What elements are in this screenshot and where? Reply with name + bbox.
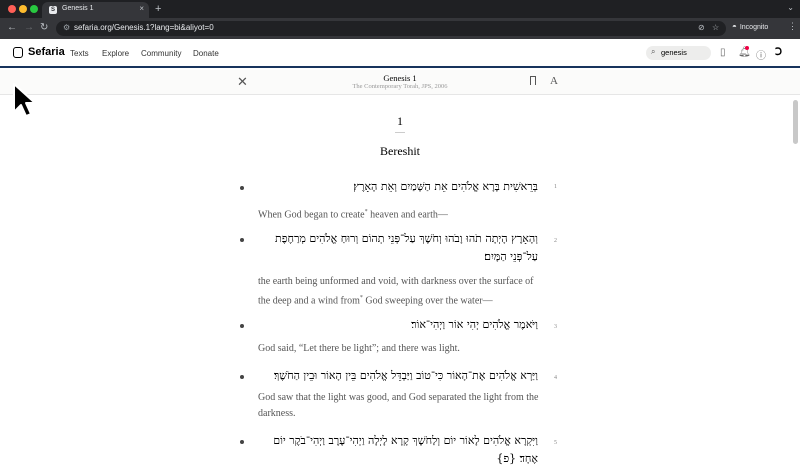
browser-tab-bar: S Genesis 1 × + ⌄	[0, 0, 800, 18]
eye-off-icon[interactable]: ⊘	[698, 23, 705, 32]
nav-donate[interactable]: Donate	[193, 49, 219, 58]
url-omnibox[interactable]: ⚙ sefaria.org/Genesis.1?lang=bi&aliyot=0…	[56, 21, 726, 36]
mouse-cursor-icon	[13, 83, 36, 117]
verse-bullet	[240, 375, 244, 379]
sefaria-favicon-icon: S	[49, 6, 57, 14]
search-icon: ⌕	[651, 47, 656, 56]
nav-explore[interactable]: Explore	[102, 49, 129, 58]
page-scrollbar[interactable]	[793, 100, 798, 144]
verse-bullet	[240, 238, 244, 242]
verse-english[interactable]: God said, “Let there be light”; and ther…	[258, 341, 542, 357]
display-settings-icon[interactable]: A	[550, 75, 558, 87]
tab-search-icon[interactable]: ⌄	[787, 3, 794, 12]
search-input[interactable]: ⌕ genesis	[646, 46, 711, 60]
verse-number[interactable]: 2	[554, 238, 557, 244]
tab-title: Genesis 1	[62, 5, 94, 12]
verse-number[interactable]: 4	[554, 375, 557, 381]
back-arrow-icon[interactable]: ←	[7, 22, 17, 34]
verse-english[interactable]: the earth being unformed and void, with …	[258, 274, 542, 309]
notification-badge	[745, 46, 749, 50]
nav-community[interactable]: Community	[141, 49, 181, 58]
forward-arrow-icon[interactable]: →	[24, 22, 34, 34]
verse-number[interactable]: 5	[554, 440, 557, 446]
minimize-window-button[interactable]	[19, 5, 27, 13]
maximize-window-button[interactable]	[30, 5, 38, 13]
search-value: genesis	[661, 48, 687, 57]
address-bar: ← → ↻ ⚙ sefaria.org/Genesis.1?lang=bi&al…	[0, 18, 800, 39]
bookmark-icon[interactable]	[530, 76, 536, 85]
new-tab-button[interactable]: +	[155, 2, 161, 16]
verse-english[interactable]: When God began to create* heaven and ear…	[258, 204, 542, 223]
verse-hebrew[interactable]: וַיֹּאמֶר אֱלֹהִים יְהִי אוֹר וַיְהִי־או…	[258, 316, 538, 334]
url-text[interactable]: sefaria.org/Genesis.1?lang=bi&aliyot=0	[74, 23, 214, 32]
browser-tab[interactable]: S Genesis 1 ×	[42, 2, 149, 18]
chapter-name: Bereshit	[380, 144, 420, 158]
verse-hebrew[interactable]: וְהָאָרֶץ הָיְתָה תֹהוּ וָבֹהוּ וְחֹשֶׁך…	[258, 230, 538, 266]
verse-bullet	[240, 440, 244, 444]
incognito-icon: ◓	[732, 22, 737, 31]
chapter-number: 1	[397, 114, 403, 128]
verse-hebrew[interactable]: וַיִּקְרָא אֱלֹהִים לָאוֹר יוֹם וְלַחֹשֶ…	[258, 432, 538, 468]
nav-texts[interactable]: Texts	[70, 49, 89, 58]
profile-icon[interactable]: Ↄ	[775, 47, 782, 58]
verse-bullet	[240, 186, 244, 190]
verse-number[interactable]: 1	[554, 184, 557, 190]
reader-version[interactable]: The Contemporary Torah, JPS, 2006	[0, 83, 800, 90]
reader-title[interactable]: Genesis 1	[0, 73, 800, 83]
incognito-label: Incognito	[739, 24, 769, 31]
star-bookmark-icon[interactable]: ☆	[712, 23, 719, 32]
site-info-icon[interactable]: ⚙	[63, 23, 70, 32]
help-icon[interactable]: ⓘ	[756, 47, 766, 62]
verse-number[interactable]: 3	[554, 324, 557, 330]
tab-close-icon[interactable]: ×	[139, 4, 144, 13]
close-window-button[interactable]	[8, 5, 16, 13]
verse-hebrew[interactable]: וַיַּרְא אֱלֹהִים אֶת־הָאוֹר כִּי־טוֹב ו…	[258, 367, 538, 385]
verse-english[interactable]: God saw that the light was good, and God…	[258, 390, 542, 422]
verse-hebrew[interactable]: בְּרֵאשִׁית בָּרָא אֱלֹהִים אֵת הַשָּׁמַ…	[258, 178, 538, 196]
site-logo[interactable]: Sefaria	[28, 46, 65, 58]
incognito-indicator[interactable]: ◓ Incognito	[732, 22, 768, 31]
chapter-divider	[395, 132, 405, 133]
verse-bullet	[240, 324, 244, 328]
sefaria-logo-icon[interactable]	[13, 47, 23, 58]
reload-icon[interactable]: ↻	[40, 22, 48, 34]
saved-library-icon[interactable]: ▯	[720, 47, 726, 58]
browser-menu-icon[interactable]: ⋮	[788, 21, 797, 32]
